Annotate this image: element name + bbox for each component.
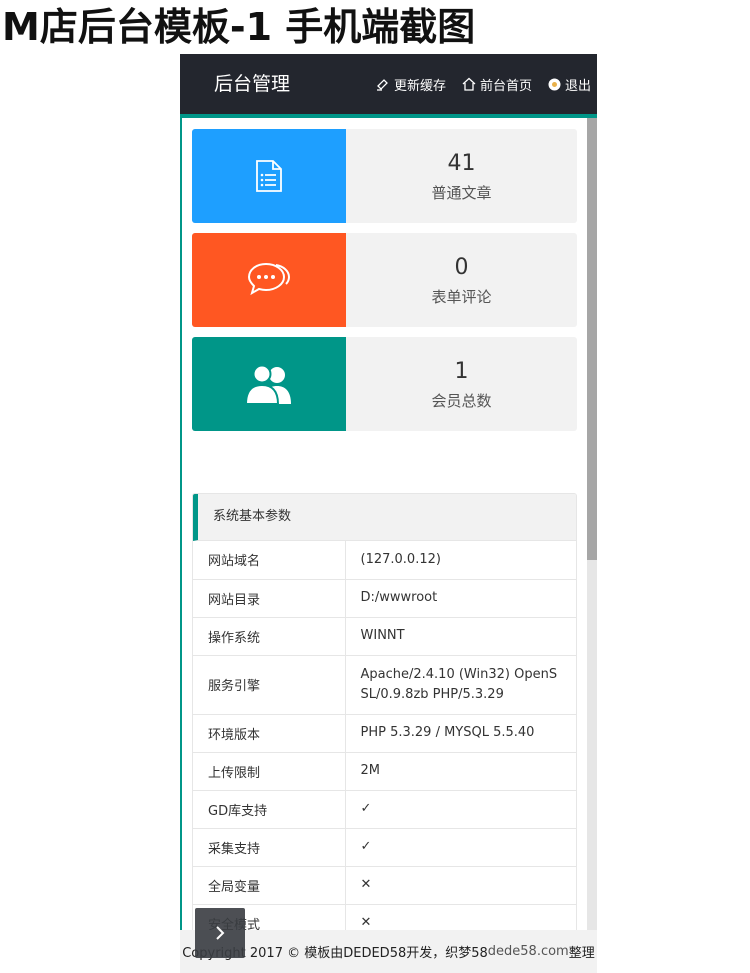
system-params-panel: 系统基本参数 网站域名 (127.0.0.12) 网站目录 D:/wwwroot 操…	[192, 493, 577, 973]
stat-value: 1	[454, 359, 469, 384]
stat-value: 41	[447, 151, 476, 176]
main-content: 41 普通文章 0 表单评论 1 会员总数 系统基本参数 网站域名 (127.0…	[180, 118, 597, 973]
table-row: 采集支持 ✓	[193, 828, 576, 867]
param-value: D:/wwwroot	[345, 579, 576, 618]
brand-title: 后台管理	[214, 73, 291, 95]
top-navbar: 后台管理 更新缓存 前台首页 退出	[180, 54, 597, 118]
home-icon	[462, 77, 476, 91]
nav-logout[interactable]: 退出	[548, 75, 591, 94]
stat-label: 表单评论	[431, 288, 492, 306]
footer-domain: dede58.com	[487, 944, 569, 959]
param-key: 服务引擎	[193, 655, 346, 715]
brush-icon	[376, 79, 388, 91]
sidebar-toggle-button[interactable]	[195, 908, 245, 958]
param-key: GD库支持	[193, 790, 346, 829]
stat-label: 普通文章	[431, 184, 492, 202]
param-key: 全局变量	[193, 866, 346, 905]
stat-card-comments[interactable]: 0 表单评论	[192, 233, 577, 327]
stat-value: 0	[454, 255, 469, 280]
nav-refresh-cache[interactable]: 更新缓存	[376, 75, 446, 94]
nav-frontend-home-label: 前台首页	[479, 78, 532, 94]
param-value: Apache/2.4.10 (Win32) OpenSSL/0.9.8zb PH…	[345, 655, 576, 715]
table-row: 上传限制 2M	[193, 752, 576, 791]
check-icon: ✓	[345, 790, 576, 829]
panel-title: 系统基本参数	[193, 494, 576, 541]
nav-logout-label: 退出	[564, 78, 591, 94]
footer-suffix: 整理	[568, 946, 595, 961]
logout-icon	[548, 78, 561, 90]
stat-icon-box	[192, 337, 346, 431]
table-row: 操作系统 WINNT	[193, 617, 576, 656]
stat-card-articles[interactable]: 41 普通文章	[192, 129, 577, 223]
stat-label: 会员总数	[431, 392, 492, 410]
check-icon: ✓	[345, 828, 576, 867]
nav-frontend-home[interactable]: 前台首页	[462, 75, 532, 94]
table-row: GD库支持 ✓	[193, 790, 576, 829]
param-value: WINNT	[345, 617, 576, 656]
table-row: 网站目录 D:/wwwroot	[193, 579, 576, 618]
param-key: 采集支持	[193, 828, 346, 867]
nav-refresh-cache-label: 更新缓存	[393, 78, 446, 94]
users-icon	[244, 364, 291, 404]
mobile-screen: 后台管理 更新缓存 前台首页 退出 41 普通文章 0 表单评论 1 会员总数 …	[180, 54, 597, 973]
param-key: 操作系统	[193, 617, 346, 656]
scrollbar-thumb[interactable]	[587, 118, 597, 560]
table-row: 服务引擎 Apache/2.4.10 (Win32) OpenSSL/0.9.8z…	[193, 655, 576, 715]
cross-icon: ✕	[345, 866, 576, 905]
stat-icon-box	[192, 233, 346, 327]
stat-card-members[interactable]: 1 会员总数	[192, 337, 577, 431]
param-key: 上传限制	[193, 752, 346, 791]
table-row: 环境版本 PHP 5.3.29 / MYSQL 5.5.40	[193, 714, 576, 753]
param-key: 网站目录	[193, 579, 346, 618]
param-value: PHP 5.3.29 / MYSQL 5.5.40	[345, 714, 576, 753]
chat-icon	[248, 262, 290, 296]
stat-icon-box	[192, 129, 346, 223]
param-key: 网站域名	[193, 541, 346, 580]
chevron-right-icon	[216, 926, 225, 940]
param-key: 环境版本	[193, 714, 346, 753]
top-nav: 更新缓存 前台首页 退出	[360, 54, 591, 114]
table-row: 网站域名 (127.0.0.12)	[193, 541, 576, 580]
document-icon	[256, 160, 282, 192]
table-row: 全局变量 ✕	[193, 866, 576, 905]
param-value: 2M	[345, 752, 576, 791]
params-table: 网站域名 (127.0.0.12) 网站目录 D:/wwwroot 操作系统 WINN…	[193, 541, 576, 973]
page-title: M店后台模板-1 手机端截图	[2, 5, 476, 49]
param-value: (127.0.0.12)	[345, 541, 576, 580]
